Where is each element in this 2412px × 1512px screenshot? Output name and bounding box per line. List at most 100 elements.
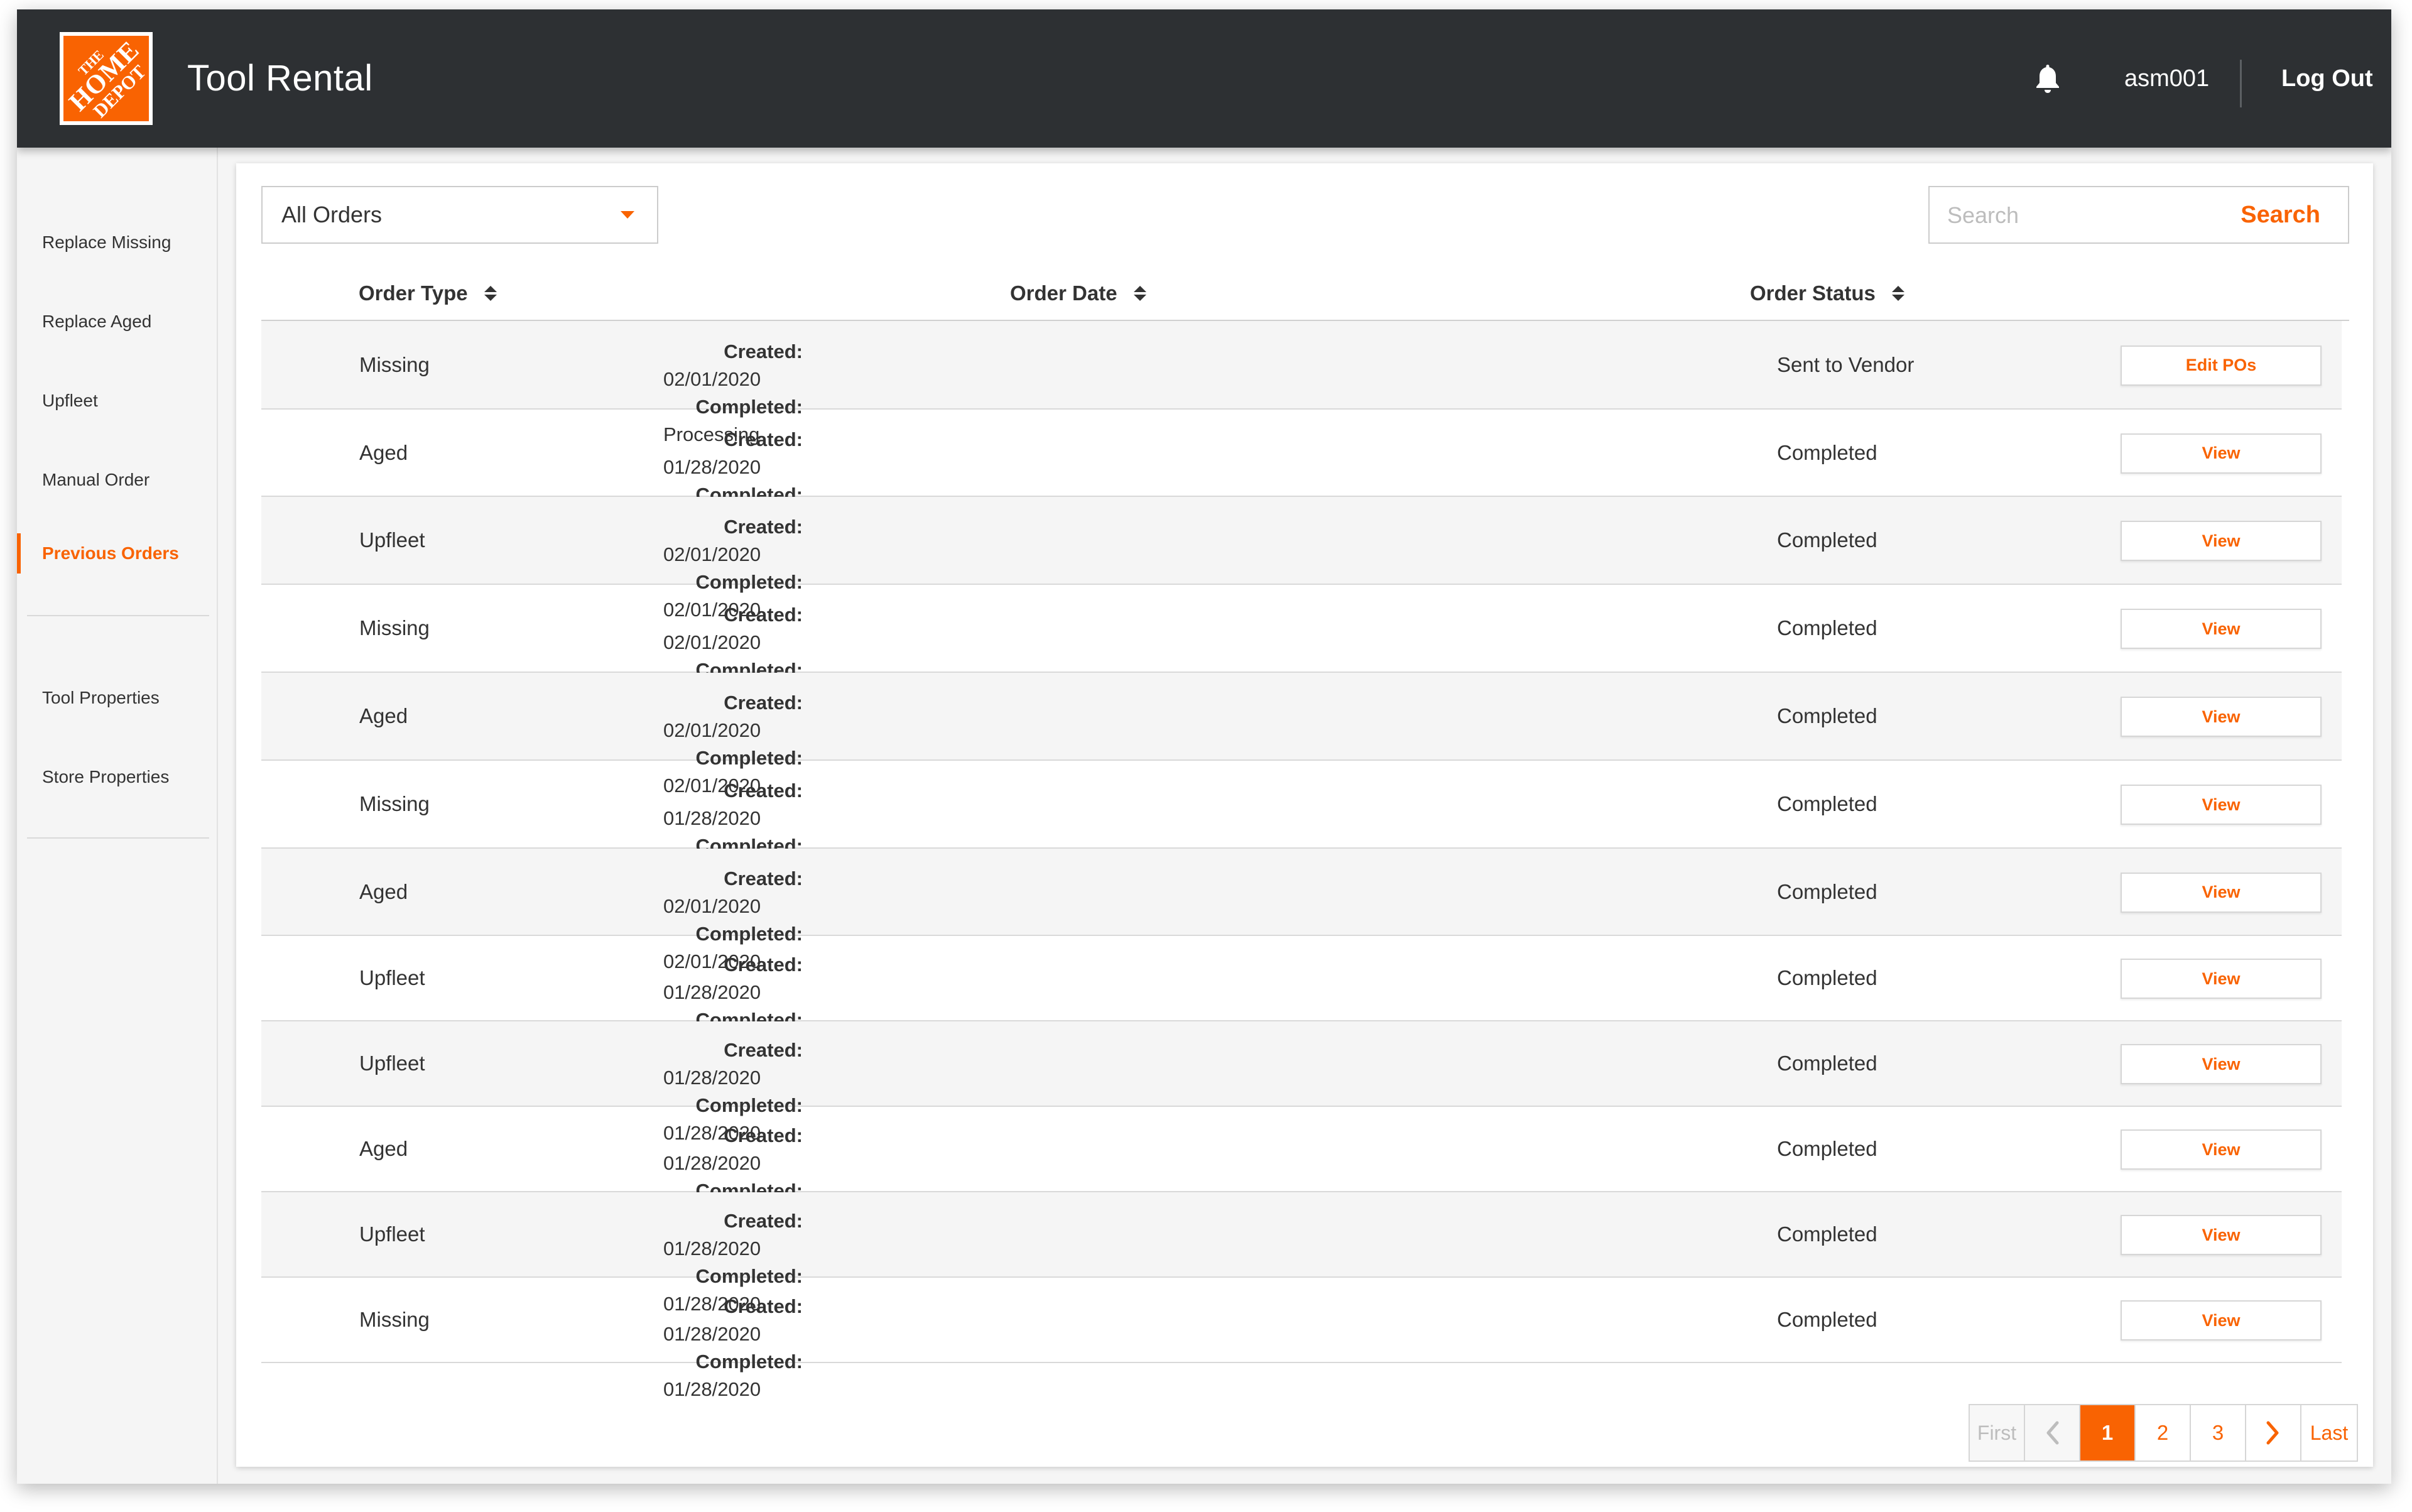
view-button[interactable]: View [2121, 1044, 2322, 1084]
view-button[interactable]: View [2121, 785, 2322, 825]
order-filter-dropdown[interactable]: All Orders [261, 186, 658, 244]
view-button[interactable]: View [2121, 433, 2322, 474]
order-type-cell: Missing [359, 792, 430, 815]
pagination: First 1 2 3 Last [1969, 1404, 2358, 1462]
sidebar-item-store-properties[interactable]: Store Properties [17, 752, 217, 802]
created-date: 02/01/2020 [663, 367, 761, 390]
order-status-cell: Sent to Vendor [1777, 352, 1915, 376]
created-label: Created: [724, 867, 803, 889]
view-button[interactable]: View [2121, 521, 2322, 561]
order-status-cell: Completed [1777, 704, 1877, 727]
top-header: THE HOME DEPOT Tool Rental asm001 Log Ou… [17, 9, 2391, 148]
view-button[interactable]: View [2121, 872, 2322, 913]
created-line: Created: 01/28/2020 [663, 1122, 915, 1177]
sidebar-item-tool-properties[interactable]: Tool Properties [17, 673, 217, 723]
created-line: Created: 01/28/2020 [663, 1207, 915, 1263]
order-type-cell: Aged [359, 440, 408, 464]
header-divider [2240, 60, 2242, 107]
caret-down-icon [621, 211, 634, 219]
pagination-page-1[interactable]: 1 [2080, 1405, 2136, 1460]
search-input[interactable] [1947, 199, 2211, 232]
logo-mark: THE HOME DEPOT [63, 36, 149, 121]
order-type-cell: Missing [359, 352, 430, 376]
view-button[interactable]: View [2121, 609, 2322, 649]
created-label: Created: [724, 604, 803, 626]
view-button[interactable]: View [2121, 1129, 2322, 1170]
created-label: Created: [724, 1039, 803, 1061]
completed-label: Completed: [695, 1351, 803, 1373]
table-row: AgedCreated:01/28/2020Completed:01/28/20… [261, 1107, 2342, 1229]
created-line: Created: 01/28/2020 [663, 777, 915, 832]
created-line: Created: 01/28/2020 [663, 1293, 915, 1348]
created-label: Created: [724, 340, 803, 362]
sort-icon [1133, 286, 1146, 301]
pagination-first[interactable]: First [1970, 1405, 2025, 1460]
view-button[interactable]: View [2121, 1300, 2322, 1341]
view-button[interactable]: View [2121, 1215, 2322, 1255]
order-status-cell: Completed [1777, 879, 1877, 903]
sort-icon [1891, 286, 1904, 301]
created-label: Created: [724, 780, 803, 802]
created-label: Created: [724, 1295, 803, 1317]
completed-line: Completed: 01/28/2020 [663, 1348, 915, 1403]
sort-icon [484, 286, 497, 301]
created-line: Created: 01/28/2020 [663, 1036, 915, 1092]
order-type-cell: Aged [359, 704, 408, 727]
order-status-cell: Completed [1777, 792, 1877, 815]
pagination-last[interactable]: Last [2301, 1405, 2357, 1460]
sidebar-item-replace-missing[interactable]: Replace Missing [17, 217, 217, 268]
table-row: MissingCreated:01/28/2020Completed:01/28… [261, 761, 2342, 884]
created-line: Created: 02/01/2020 [663, 513, 915, 568]
created-line: Created: 01/28/2020 [663, 426, 915, 481]
sidebar-divider [27, 615, 209, 616]
orders-panel: All Orders Search Order Type Order Date … [236, 163, 2373, 1467]
created-label: Created: [724, 516, 803, 538]
order-type-cell: Aged [359, 879, 408, 903]
pagination-prev[interactable] [2025, 1405, 2080, 1460]
sidebar-item-manual-order[interactable]: Manual Order [17, 455, 217, 505]
created-date: 01/28/2020 [663, 455, 761, 478]
created-line: Created: 02/01/2020 [663, 865, 915, 920]
order-type-cell: Missing [359, 1308, 430, 1331]
order-type-cell: Upfleet [359, 1052, 425, 1075]
column-header-order-status[interactable]: Order Status [1750, 278, 1904, 309]
created-line: Created: 02/01/2020 [663, 689, 915, 744]
sidebar-item-replace-aged[interactable]: Replace Aged [17, 296, 217, 347]
home-depot-logo[interactable]: THE HOME DEPOT [60, 32, 153, 125]
column-header-order-date[interactable]: Order Date [1010, 278, 1146, 309]
order-filter-value: All Orders [281, 202, 383, 227]
sidebar-item-upfleet[interactable]: Upfleet [17, 376, 217, 426]
column-header-label: Order Date [1010, 281, 1117, 305]
sidebar-item-previous-orders[interactable]: Previous Orders [17, 528, 217, 579]
created-line: Created: 01/28/2020 [663, 951, 915, 1006]
order-status-cell: Completed [1777, 616, 1877, 639]
column-header-label: Order Type [359, 281, 468, 305]
created-date: 02/01/2020 [663, 631, 761, 653]
created-date: 01/28/2020 [663, 1323, 761, 1345]
edit-pos-button[interactable]: Edit POs [2121, 345, 2322, 386]
sidebar-divider [27, 837, 209, 839]
search-box: Search [1928, 186, 2349, 244]
pagination-page-2[interactable]: 2 [2136, 1405, 2191, 1460]
created-date: 01/28/2020 [663, 1237, 761, 1259]
table-row: UpfleetCreated:01/28/2020Completed:01/28… [261, 1192, 2342, 1315]
pagination-next[interactable] [2246, 1405, 2301, 1460]
view-button[interactable]: View [2121, 697, 2322, 737]
search-button[interactable]: Search [2241, 187, 2320, 242]
created-date: 01/28/2020 [663, 807, 761, 829]
view-button[interactable]: View [2121, 959, 2322, 999]
order-date-cell: Created: 01/28/2020 Completed: 01/28/2020 [663, 1293, 915, 1403]
order-type-cell: Upfleet [359, 528, 425, 552]
table-row: Upfleet Created:02/01/2020 Completed:02/01… [261, 497, 2342, 621]
order-type-cell: Upfleet [359, 1222, 425, 1246]
bell-icon[interactable] [2029, 60, 2067, 97]
column-header-order-type[interactable]: Order Type [359, 278, 497, 309]
pagination-page-3[interactable]: 3 [2191, 1405, 2246, 1460]
table-row: Aged Created:02/01/2020 Completed:02/01/20… [261, 849, 2342, 972]
table-row: Missing Created: 01/28/2020 Completed:01/28… [261, 1278, 2342, 1400]
created-date: 02/01/2020 [663, 719, 761, 741]
table-row: Aged Created:02/01/2020 Completed:02/01/20… [261, 673, 2342, 797]
username[interactable]: asm001 [2124, 9, 2209, 148]
logout-button[interactable]: Log Out [2281, 9, 2373, 148]
order-status-cell: Completed [1777, 528, 1877, 552]
